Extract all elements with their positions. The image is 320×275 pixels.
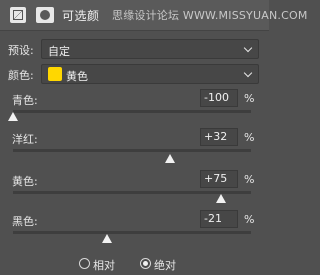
percent-unit: % <box>244 131 255 144</box>
preset-select[interactable]: 自定 <box>41 39 259 59</box>
percent-unit: % <box>244 173 255 186</box>
preset-label: 预设: <box>8 44 34 57</box>
absolute-label[interactable]: 绝对 <box>154 257 176 273</box>
slider-value-field[interactable]: +32 <box>200 128 238 146</box>
colors-select[interactable]: 黄色 <box>41 64 259 84</box>
slider-track[interactable] <box>13 109 251 114</box>
preset-value: 自定 <box>48 45 70 58</box>
colors-label: 颜色: <box>8 69 34 82</box>
adjustment-layer-icon[interactable] <box>10 7 26 23</box>
absolute-radio[interactable] <box>140 258 151 269</box>
slider-label: 洋红: <box>12 133 38 146</box>
color-swatch <box>48 67 62 81</box>
layer-mask-icon[interactable] <box>36 7 54 23</box>
colors-value: 黄色 <box>66 70 88 83</box>
slider-label: 青色: <box>12 94 38 107</box>
percent-unit: % <box>244 92 255 105</box>
percent-unit: % <box>244 213 255 226</box>
chevron-down-icon <box>243 68 253 78</box>
slider-track[interactable] <box>13 230 251 235</box>
slider-value-field[interactable]: -100 <box>200 89 238 107</box>
relative-radio[interactable] <box>79 258 90 269</box>
relative-label[interactable]: 相对 <box>93 257 115 273</box>
slider-thumb[interactable] <box>216 194 227 203</box>
slider-thumb[interactable] <box>165 154 176 163</box>
panel-header: 可选颜 思缘设计论坛 WWW.MISSYUAN.COM <box>0 0 307 31</box>
watermark-text: 思缘设计论坛 WWW.MISSYUAN.COM <box>112 9 308 22</box>
slider-track[interactable] <box>13 148 251 153</box>
slider-label: 黑色: <box>12 215 38 228</box>
chevron-down-icon <box>243 43 253 53</box>
slider-thumb[interactable] <box>8 112 18 121</box>
slider-thumb[interactable] <box>102 234 112 243</box>
slider-value-field[interactable]: -21 <box>200 210 238 228</box>
panel-title: 可选颜 <box>62 9 100 23</box>
slider-label: 黄色: <box>12 175 38 188</box>
slider-value-field[interactable]: +75 <box>200 170 238 188</box>
method-radio-group: 相对 绝对 <box>0 257 269 273</box>
